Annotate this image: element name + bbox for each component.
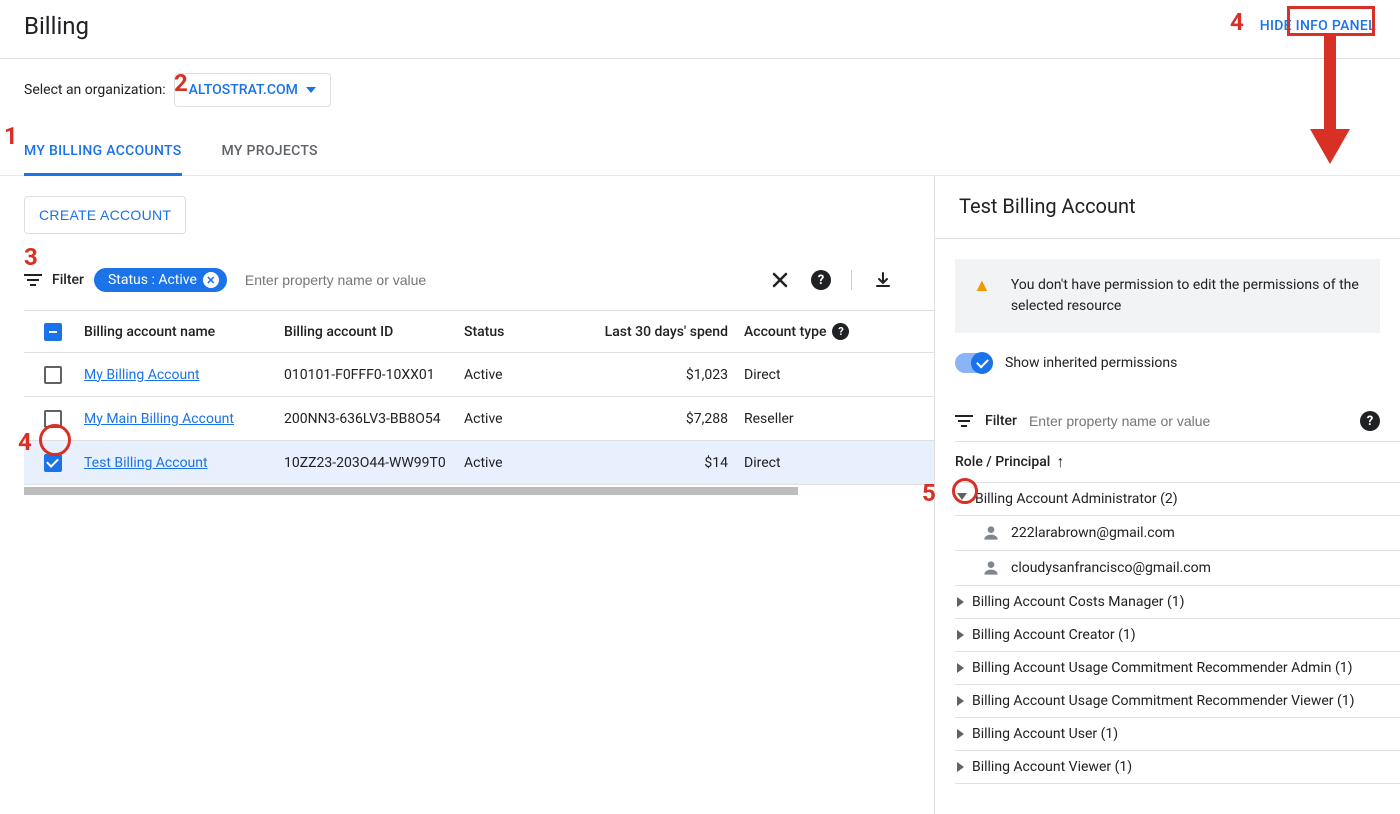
row-checkbox[interactable] (44, 454, 62, 472)
principal-row[interactable]: 222larabrown@gmail.com (955, 516, 1400, 551)
help-icon[interactable]: ? (832, 323, 849, 340)
col-type[interactable]: Account type ? (736, 313, 928, 350)
cell-id: 010101-F0FFF0-10XX01 (276, 357, 456, 393)
cell-id: 200NN3-636LV3-BB8O54 (276, 401, 456, 437)
cell-status: Active (456, 357, 596, 393)
inherited-permissions-toggle[interactable] (955, 353, 993, 373)
cell-type: Reseller (736, 401, 928, 437)
row-checkbox[interactable] (44, 410, 62, 428)
role-name: Billing Account User (1) (972, 726, 1118, 742)
help-icon[interactable]: ? (811, 270, 831, 290)
expand-icon[interactable] (957, 597, 964, 607)
row-checkbox[interactable] (44, 366, 62, 384)
filter-icon (955, 415, 973, 427)
role-name: Billing Account Administrator (2) (975, 491, 1178, 507)
col-status[interactable]: Status (456, 314, 596, 350)
cell-status: Active (456, 445, 596, 481)
clear-filter-icon[interactable] (769, 269, 791, 291)
sort-asc-icon: ↑ (1056, 452, 1064, 472)
col-id[interactable]: Billing account ID (276, 314, 456, 350)
role-row[interactable]: Billing Account Usage Commitment Recomme… (955, 652, 1400, 685)
role-row[interactable]: Billing Account Viewer (1) (955, 751, 1400, 784)
role-row[interactable]: Billing Account Usage Commitment Recomme… (955, 685, 1400, 718)
filter-icon (24, 274, 42, 286)
expand-icon[interactable] (957, 663, 964, 673)
filter-chip-status-active[interactable]: Status : Active ✕ (94, 268, 227, 292)
role-name: Billing Account Creator (1) (972, 627, 1136, 643)
role-name: Billing Account Usage Commitment Recomme… (972, 660, 1353, 676)
principal-email: cloudysanfrancisco@gmail.com (1011, 560, 1211, 576)
filter-label: Filter (52, 272, 84, 288)
table-header-row: Billing account name Billing account ID … (24, 311, 934, 353)
horizontal-scrollbar[interactable] (24, 487, 798, 495)
info-panel-title: Test Billing Account (959, 194, 1376, 218)
caret-down-icon (306, 87, 316, 93)
permission-warning: ▲ You don't have permission to edit the … (955, 259, 1380, 333)
cell-spend: $7,288 (596, 401, 736, 437)
principal-row[interactable]: cloudysanfrancisco@gmail.com (955, 551, 1400, 586)
person-icon (981, 523, 1001, 543)
tab-my-projects[interactable]: MY PROJECTS (222, 133, 318, 175)
hide-info-panel-button[interactable]: HIDE INFO PANEL (1260, 18, 1376, 34)
create-account-button[interactable]: CREATE ACCOUNT (24, 196, 186, 234)
warning-text: You don't have permission to edit the pe… (1011, 275, 1362, 317)
page-title: Billing (24, 12, 89, 40)
principal-email: 222larabrown@gmail.com (1011, 525, 1175, 541)
toggle-label: Show inherited permissions (1005, 355, 1177, 371)
role-row[interactable]: Billing Account User (1) (955, 718, 1400, 751)
org-select-dropdown[interactable]: ALTOSTRAT.COM (174, 73, 331, 107)
table-row[interactable]: My Billing Account 010101-F0FFF0-10XX01 … (24, 353, 934, 397)
table-row[interactable]: Test Billing Account 10ZZ23-203O44-WW99T… (24, 441, 934, 485)
info-panel: Test Billing Account ▲ You don't have pe… (935, 176, 1400, 814)
cell-type: Direct (736, 357, 928, 393)
role-column-header[interactable]: Role / Principal ↑ (955, 442, 1400, 483)
role-name: Billing Account Usage Commitment Recomme… (972, 693, 1355, 709)
role-row[interactable]: Billing Account Administrator (2) (955, 483, 1400, 516)
billing-account-link[interactable]: Test Billing Account (84, 455, 208, 471)
warning-icon: ▲ (973, 275, 991, 296)
expand-icon[interactable] (957, 696, 964, 706)
expand-icon[interactable] (957, 630, 964, 640)
col-spend[interactable]: Last 30 days' spend (596, 314, 736, 350)
role-row[interactable]: Billing Account Creator (1) (955, 619, 1400, 652)
filter-bar: Filter Status : Active ✕ ? (24, 258, 934, 302)
download-icon[interactable] (872, 269, 894, 291)
tab-my-billing-accounts[interactable]: MY BILLING ACCOUNTS (24, 133, 182, 176)
col-name[interactable]: Billing account name (76, 314, 276, 350)
org-selected-value: ALTOSTRAT.COM (189, 82, 298, 98)
billing-account-link[interactable]: My Main Billing Account (84, 411, 234, 427)
table-row[interactable]: My Main Billing Account 200NN3-636LV3-BB… (24, 397, 934, 441)
expand-icon[interactable] (957, 729, 964, 739)
role-name: Billing Account Costs Manager (1) (972, 594, 1185, 610)
cell-id: 10ZZ23-203O44-WW99T0 (276, 445, 456, 481)
filter-input[interactable] (237, 266, 759, 294)
panel-filter-input[interactable] (1029, 413, 1348, 429)
person-icon (981, 558, 1001, 578)
filter-chip-label: Status : Active (108, 272, 197, 288)
cell-status: Active (456, 401, 596, 437)
divider (851, 270, 852, 290)
role-name: Billing Account Viewer (1) (972, 759, 1132, 775)
cell-spend: $14 (596, 445, 736, 481)
role-row[interactable]: Billing Account Costs Manager (1) (955, 586, 1400, 619)
filter-label: Filter (985, 413, 1017, 429)
org-select-label: Select an organization: (24, 82, 166, 98)
cell-type: Direct (736, 445, 928, 481)
expand-icon[interactable] (957, 493, 967, 505)
cell-spend: $1,023 (596, 357, 736, 393)
help-icon[interactable]: ? (1360, 411, 1380, 431)
select-all-checkbox[interactable] (44, 323, 62, 341)
billing-account-link[interactable]: My Billing Account (84, 367, 200, 383)
remove-chip-icon[interactable]: ✕ (203, 272, 219, 288)
expand-icon[interactable] (957, 762, 964, 772)
